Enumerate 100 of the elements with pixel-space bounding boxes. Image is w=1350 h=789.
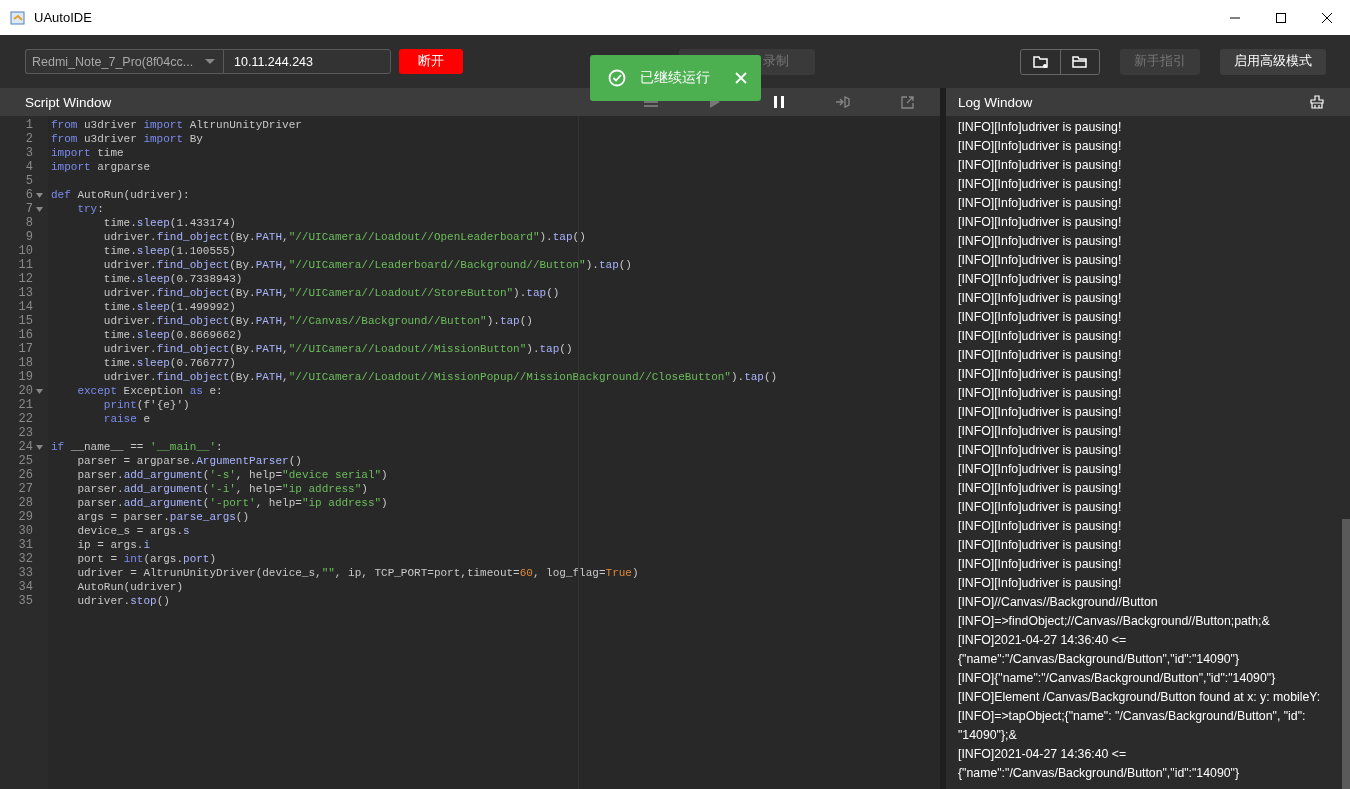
line-number: 5 xyxy=(25,174,33,188)
line-number: 12 xyxy=(18,272,33,286)
log-line: [INFO][Info]udriver is pausing! xyxy=(958,309,1123,326)
log-line: [INFO][Info]udriver is pausing! xyxy=(958,556,1123,573)
line-number: 13 xyxy=(18,286,33,300)
log-line: [INFO][Info]udriver is pausing! xyxy=(958,328,1123,345)
code-line: AutoRun(udriver) xyxy=(76,580,184,594)
line-number: 22 xyxy=(18,412,33,426)
code-line: def AutoRun(udriver): xyxy=(50,188,190,202)
panel-title: Script Window xyxy=(25,94,113,110)
line-number: 14 xyxy=(18,300,33,314)
line-number: 8 xyxy=(25,216,33,230)
line-number: 27 xyxy=(18,482,33,496)
line-number: 1 xyxy=(25,118,33,132)
line-number: 31 xyxy=(18,538,33,552)
panel-title: Log Window xyxy=(958,94,1034,110)
line-number: 25 xyxy=(18,454,33,468)
line-number: 17 xyxy=(18,342,33,356)
log-line: [INFO][Info]udriver is pausing! xyxy=(958,385,1123,402)
line-number: 15 xyxy=(18,314,33,328)
log-line: [INFO][Info]udriver is pausing! xyxy=(958,138,1123,155)
line-number: 3 xyxy=(25,146,33,160)
line-number: 2 xyxy=(25,132,33,146)
line-number: 18 xyxy=(18,356,33,370)
log-line: [INFO][Info]udriver is pausing! xyxy=(958,176,1123,193)
log-line: [INFO][Info]udriver is pausing! xyxy=(958,366,1123,383)
code-line: print(f'{e}') xyxy=(102,398,190,412)
code-line: parser.add_argument('-s', help="device serial") xyxy=(76,468,388,482)
line-number: 4 xyxy=(25,160,33,174)
code-line: time.sleep(0.7338943) xyxy=(102,272,243,286)
code-line: time.sleep(0.8669662) xyxy=(102,328,243,342)
code-line: except Exception as e: xyxy=(76,384,223,398)
line-number: 10 xyxy=(18,244,33,258)
line-number: 21 xyxy=(18,398,33,412)
code-line: time.sleep(0.766777) xyxy=(102,356,236,370)
line-number: 34 xyxy=(18,580,33,594)
code-line: udriver.find_object(By.PATH,"//Canvas//Background//Button").tap() xyxy=(102,314,533,328)
code-line: parser = argparse.ArgumentParser() xyxy=(76,454,302,468)
log-line: [INFO][Info]udriver is pausing! xyxy=(958,252,1123,269)
code-line: udriver.find_object(By.PATH,"//UICamera//Loadout//OpenLeaderboard").tap() xyxy=(102,230,586,244)
log-line: [INFO][Info]udriver is pausing! xyxy=(958,480,1123,497)
code-line: from u3driver import By xyxy=(50,132,203,146)
code-line: port = int(args.port) xyxy=(76,552,217,566)
log-line: [INFO][Info]udriver is pausing! xyxy=(958,404,1123,421)
code-line: udriver.find_object(By.PATH,"//UICamera//Loadout//MissionButton").tap() xyxy=(102,342,573,356)
code-line: parser.add_argument('-port', help="ip address") xyxy=(76,496,388,510)
log-line: [INFO][Info]udriver is pausing! xyxy=(958,461,1123,478)
code-line: args = parser.parse_args() xyxy=(76,510,250,524)
code-line: udriver.find_object(By.PATH,"//UICamera//Leaderboard//Background//Button").tap() xyxy=(102,258,632,272)
line-number: 11 xyxy=(18,258,33,272)
log-line: [INFO]//Canvas//Background//Button xyxy=(958,594,1159,611)
log-line: [INFO][Info]udriver is pausing! xyxy=(958,347,1123,364)
log-line: [INFO][Info]udriver is pausing! xyxy=(958,157,1123,174)
code-line: import argparse xyxy=(50,160,151,174)
code-line: time.sleep(1.433174) xyxy=(102,216,236,230)
code-line: try: xyxy=(76,202,104,216)
log-line: [INFO][Info]udriver is pausing! xyxy=(958,290,1123,307)
line-number: 29 xyxy=(18,510,33,524)
log-line: [INFO][Info]udriver is pausing! xyxy=(958,195,1123,212)
line-number: 9 xyxy=(25,230,33,244)
line-number: 6 xyxy=(25,188,33,202)
line-number: 32 xyxy=(18,552,33,566)
code-line: device_s = args.s xyxy=(76,524,190,538)
log-line: [INFO][Info]udriver is pausing! xyxy=(958,214,1123,231)
line-number: 24 xyxy=(18,440,33,454)
line-number: 19 xyxy=(18,370,33,384)
log-line: [INFO]=>findObject;//Canvas//Background//Button;path;& xyxy=(958,613,1271,630)
log-line: [INFO]Element /Canvas/Background/Button found at x: y: mobileY: xyxy=(958,689,1322,706)
code-line: parser.add_argument('-i', help="ip address") xyxy=(76,482,368,496)
code-line: time.sleep(1.499992) xyxy=(102,300,236,314)
line-number: 26 xyxy=(18,468,33,482)
log-line: [INFO]=>tapObject;{"name": "/Canvas/Background/Button", "id": "14090"};& xyxy=(958,708,1307,744)
toast-message: 已继续运行 xyxy=(640,69,711,87)
log-line: [INFO][Info]udriver is pausing! xyxy=(958,233,1123,250)
code-line: udriver.find_object(By.PATH,"//UICamera//Loadout//StoreButton").tap() xyxy=(102,286,560,300)
line-number: 30 xyxy=(18,524,33,538)
code-line: udriver.find_object(By.PATH,"//UICamera//Loadout//MissionPopup//MissionBackground//CloseButton").tap() xyxy=(102,370,778,384)
code-line: udriver.stop() xyxy=(76,594,170,608)
code-line: raise e xyxy=(102,412,151,426)
log-line: [INFO][Info]udriver is pausing! xyxy=(958,442,1123,459)
log-line: [INFO]2021-04-27 14:36:40 <= {"name":"/Canvas/Background/Button","id":"14090"} xyxy=(958,746,1241,782)
log-line: [INFO][Info]udriver is pausing! xyxy=(958,537,1123,554)
log-line: [INFO]2021-04-27 14:36:40 <= {"name":"/Canvas/Background/Button","id":"14090"} xyxy=(958,632,1241,668)
log-line: [INFO][Info]udriver is pausing! xyxy=(958,518,1123,535)
log-line: [INFO][Info]udriver is pausing! xyxy=(958,271,1123,288)
code-line: ip = args.i xyxy=(76,538,151,552)
log-line: [INFO]{"name":"/Canvas/Background/Button","id":"14090"} xyxy=(958,670,1277,687)
log-line: [INFO][Info]udriver is pausing! xyxy=(958,423,1123,440)
log-line: [INFO][Info]udriver is pausing! xyxy=(958,575,1123,592)
code-line: udriver = AltrunUnityDriver(device_s,"", ip, TCP_PORT=port,timeout=60, log_flag=True) xyxy=(76,566,639,580)
code-line: import time xyxy=(50,146,124,160)
line-number: 16 xyxy=(18,328,33,342)
line-number: 33 xyxy=(18,566,33,580)
window-title: UAutoIDE xyxy=(34,10,93,25)
log-line: [INFO][Info]udriver is pausing! xyxy=(958,119,1123,136)
line-number: 7 xyxy=(25,202,33,216)
line-number: 28 xyxy=(18,496,33,510)
code-line: time.sleep(1.100555) xyxy=(102,244,236,258)
line-number: 35 xyxy=(18,594,33,608)
code-line: from u3driver import AltrunUnityDriver xyxy=(50,118,302,132)
